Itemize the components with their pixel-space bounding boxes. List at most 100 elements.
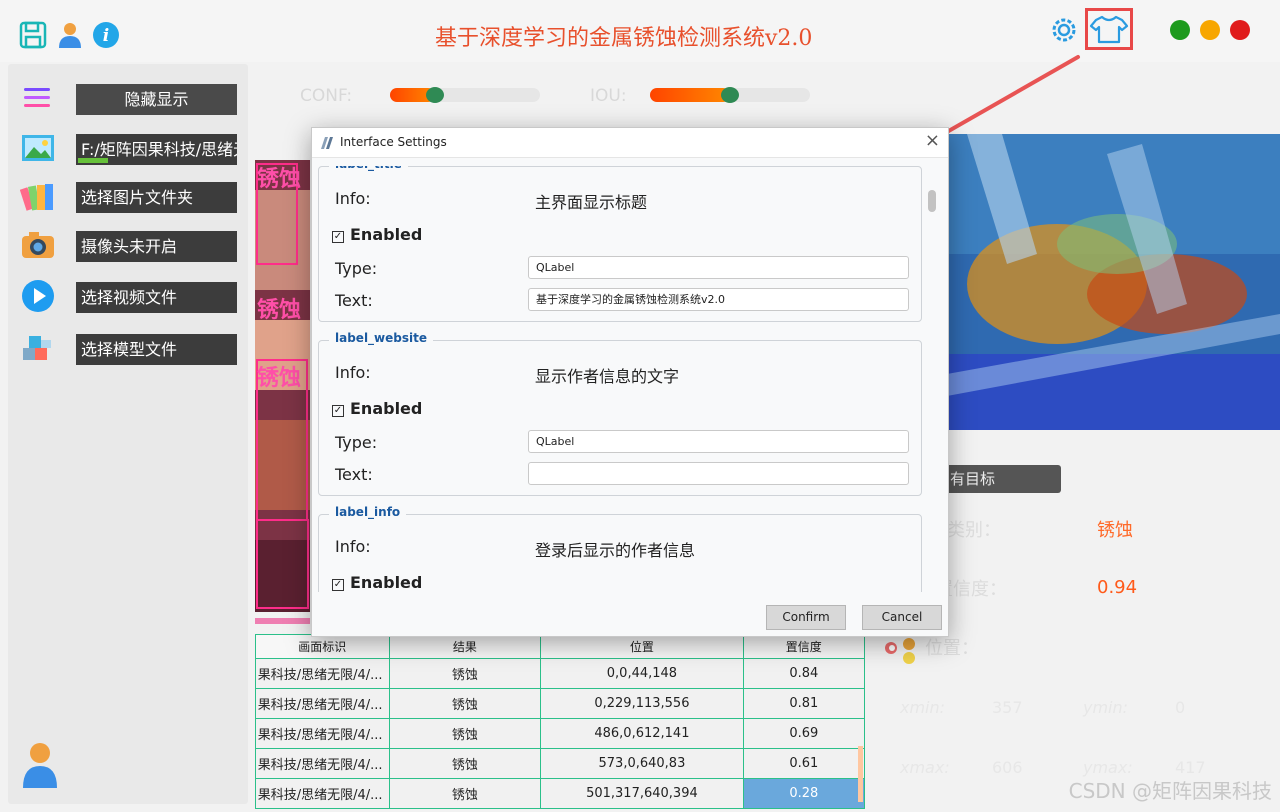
sidebar-item-folder[interactable]: 选择图片文件夹 bbox=[16, 178, 241, 218]
type-field[interactable]: QLabel bbox=[528, 256, 909, 279]
image-path-field[interactable]: F:/矩阵因果科技/思绪无限/4/... bbox=[76, 134, 237, 165]
text-field[interactable]: 基于深度学习的金属锈蚀检测系统v2.0 bbox=[528, 288, 909, 311]
menu-icon[interactable] bbox=[20, 80, 56, 116]
cell-frame-id[interactable]: 果科技/思绪无限/4/... bbox=[255, 658, 390, 689]
cell-confidence-selected[interactable]: 0.28 bbox=[742, 778, 866, 809]
sidebar-item-camera[interactable]: 摄像头未开启 bbox=[16, 227, 241, 267]
table-row[interactable]: 果科技/思绪无限/4/... 锈蚀 0,229,113,556 0.81 bbox=[255, 688, 866, 719]
play-icon[interactable] bbox=[20, 278, 56, 314]
header-position[interactable]: 位置 bbox=[540, 634, 744, 659]
checkbox-checked-icon[interactable]: ✓ bbox=[332, 231, 344, 243]
select-model-button[interactable]: 选择模型文件 bbox=[76, 334, 237, 365]
target-status: 有目标 bbox=[935, 465, 1061, 493]
sidebar-item-toggle[interactable]: 隐藏显示 bbox=[16, 80, 241, 120]
cell-result[interactable]: 锈蚀 bbox=[388, 778, 542, 809]
xmin-value: 357 bbox=[992, 698, 1023, 717]
cell-frame-id[interactable]: 果科技/思绪无限/4/... bbox=[255, 778, 390, 809]
cell-frame-id[interactable]: 果科技/思绪无限/4/... bbox=[255, 748, 390, 779]
save-icon[interactable] bbox=[18, 20, 48, 50]
enabled-checkbox[interactable]: ✓ Enabled bbox=[332, 225, 422, 244]
conf-slider[interactable] bbox=[390, 87, 540, 103]
camera-button[interactable]: 摄像头未开启 bbox=[76, 231, 237, 262]
minimize-button[interactable] bbox=[1200, 20, 1220, 40]
title-bar: i 基于深度学习的金属锈蚀检测系统v2.0 bbox=[0, 0, 1280, 62]
dialog-title: Interface Settings bbox=[340, 135, 447, 149]
cell-result[interactable]: 锈蚀 bbox=[388, 688, 542, 719]
table-row[interactable]: 果科技/思绪无限/4/... 锈蚀 0,0,44,148 0.84 bbox=[255, 658, 866, 689]
cell-position[interactable]: 501,317,640,394 bbox=[540, 778, 744, 809]
cell-result[interactable]: 锈蚀 bbox=[388, 658, 542, 689]
group-title: label_info bbox=[329, 505, 407, 519]
shirt-icon[interactable] bbox=[1085, 8, 1133, 50]
enabled-checkbox[interactable]: ✓ Enabled bbox=[332, 399, 422, 418]
cell-position[interactable]: 0,0,44,148 bbox=[540, 658, 744, 689]
info-label: Info: bbox=[335, 363, 371, 382]
toggle-display-button[interactable]: 隐藏显示 bbox=[76, 84, 237, 115]
conf-slider-handle[interactable] bbox=[426, 87, 444, 103]
close-button[interactable] bbox=[1230, 20, 1250, 40]
table-row[interactable]: 果科技/思绪无限/4/... 锈蚀 501,317,640,394 0.28 bbox=[255, 778, 866, 809]
checkbox-checked-icon[interactable]: ✓ bbox=[332, 405, 344, 417]
sidebar-item-video[interactable]: 选择视频文件 bbox=[16, 278, 241, 318]
iou-slider-handle[interactable] bbox=[721, 87, 739, 103]
info-icon[interactable]: i bbox=[92, 20, 122, 50]
sidebar-item-image[interactable]: F:/矩阵因果科技/思绪无限/4/... bbox=[16, 130, 241, 170]
header-result[interactable]: 结果 bbox=[388, 634, 542, 659]
header-confidence[interactable]: 置信度 bbox=[742, 634, 866, 659]
cell-confidence[interactable]: 0.84 bbox=[742, 658, 866, 689]
maximize-button[interactable] bbox=[1170, 20, 1190, 40]
image-path-text: F:/矩阵因果科技/思绪无限/4/... bbox=[81, 140, 237, 159]
interface-settings-dialog: Interface Settings × label_title Info: 主… bbox=[311, 127, 949, 637]
folder-images-icon[interactable] bbox=[19, 178, 56, 214]
dialog-title-bar[interactable]: Interface Settings × bbox=[312, 128, 948, 158]
cell-frame-id[interactable]: 果科技/思绪无限/4/... bbox=[255, 688, 390, 719]
cell-confidence[interactable]: 0.69 bbox=[742, 718, 866, 749]
cancel-button[interactable]: Cancel bbox=[862, 605, 942, 630]
user-avatar-icon[interactable] bbox=[20, 740, 60, 790]
text-label: Text: bbox=[335, 291, 373, 310]
cell-position[interactable]: 486,0,612,141 bbox=[540, 718, 744, 749]
cell-confidence[interactable]: 0.61 bbox=[742, 748, 866, 779]
ymin-value: 0 bbox=[1175, 698, 1186, 717]
select-folder-button[interactable]: 选择图片文件夹 bbox=[76, 182, 237, 213]
xmax-label: xmax: bbox=[900, 758, 950, 777]
dialog-scrollbar[interactable] bbox=[926, 182, 938, 592]
dialog-scroll-content[interactable]: label_title Info: 主界面显示标题 ✓ Enabled Type:… bbox=[318, 166, 922, 592]
header-frame-id[interactable]: 画面标识 bbox=[255, 634, 390, 659]
cell-position[interactable]: 573,0,640,83 bbox=[540, 748, 744, 779]
path-progress-bar bbox=[78, 158, 108, 163]
enabled-checkbox[interactable]: ✓ Enabled bbox=[332, 573, 422, 592]
model-cubes-icon[interactable] bbox=[20, 330, 56, 366]
cell-confidence[interactable]: 0.81 bbox=[742, 688, 866, 719]
conf-label: CONF: bbox=[300, 86, 353, 106]
dialog-close-icon[interactable]: × bbox=[925, 130, 940, 151]
sidebar: 隐藏显示 F:/矩阵因果科技/思绪无限/4/... 选择图片文件夹 摄像头未开启… bbox=[8, 64, 248, 804]
ymin-label: ymin: bbox=[1083, 698, 1129, 717]
class-label: 类别： bbox=[947, 520, 1001, 541]
image-icon[interactable] bbox=[20, 130, 56, 166]
sidebar-item-model[interactable]: 选择模型文件 bbox=[16, 330, 241, 370]
type-field[interactable]: QLabel bbox=[528, 430, 909, 453]
cell-position[interactable]: 0,229,113,556 bbox=[540, 688, 744, 719]
text-field[interactable] bbox=[528, 462, 909, 485]
results-table[interactable]: 画面标识 结果 位置 置信度 果科技/思绪无限/4/... 锈蚀 0,0,44,… bbox=[255, 634, 866, 809]
cell-frame-id[interactable]: 果科技/思绪无限/4/... bbox=[255, 718, 390, 749]
dialog-scrollbar-thumb[interactable] bbox=[928, 190, 936, 212]
xmax-value: 606 bbox=[992, 758, 1023, 777]
iou-slider[interactable] bbox=[650, 87, 810, 103]
confirm-button[interactable]: Confirm bbox=[766, 605, 846, 630]
checkbox-checked-icon[interactable]: ✓ bbox=[332, 579, 344, 591]
camera-icon[interactable] bbox=[20, 227, 56, 263]
cell-result[interactable]: 锈蚀 bbox=[388, 718, 542, 749]
table-scrollbar[interactable] bbox=[858, 746, 863, 802]
type-label: Type: bbox=[335, 433, 378, 452]
heatmap-image bbox=[947, 134, 1280, 430]
gear-icon[interactable] bbox=[1047, 13, 1081, 47]
table-row[interactable]: 果科技/思绪无限/4/... 锈蚀 573,0,640,83 0.61 bbox=[255, 748, 866, 779]
cell-result[interactable]: 锈蚀 bbox=[388, 748, 542, 779]
select-video-button[interactable]: 选择视频文件 bbox=[76, 282, 237, 313]
enabled-label: Enabled bbox=[350, 573, 423, 592]
info-value: 登录后显示的作者信息 bbox=[535, 541, 696, 560]
table-row[interactable]: 果科技/思绪无限/4/... 锈蚀 486,0,612,141 0.69 bbox=[255, 718, 866, 749]
user-icon[interactable] bbox=[56, 20, 86, 50]
